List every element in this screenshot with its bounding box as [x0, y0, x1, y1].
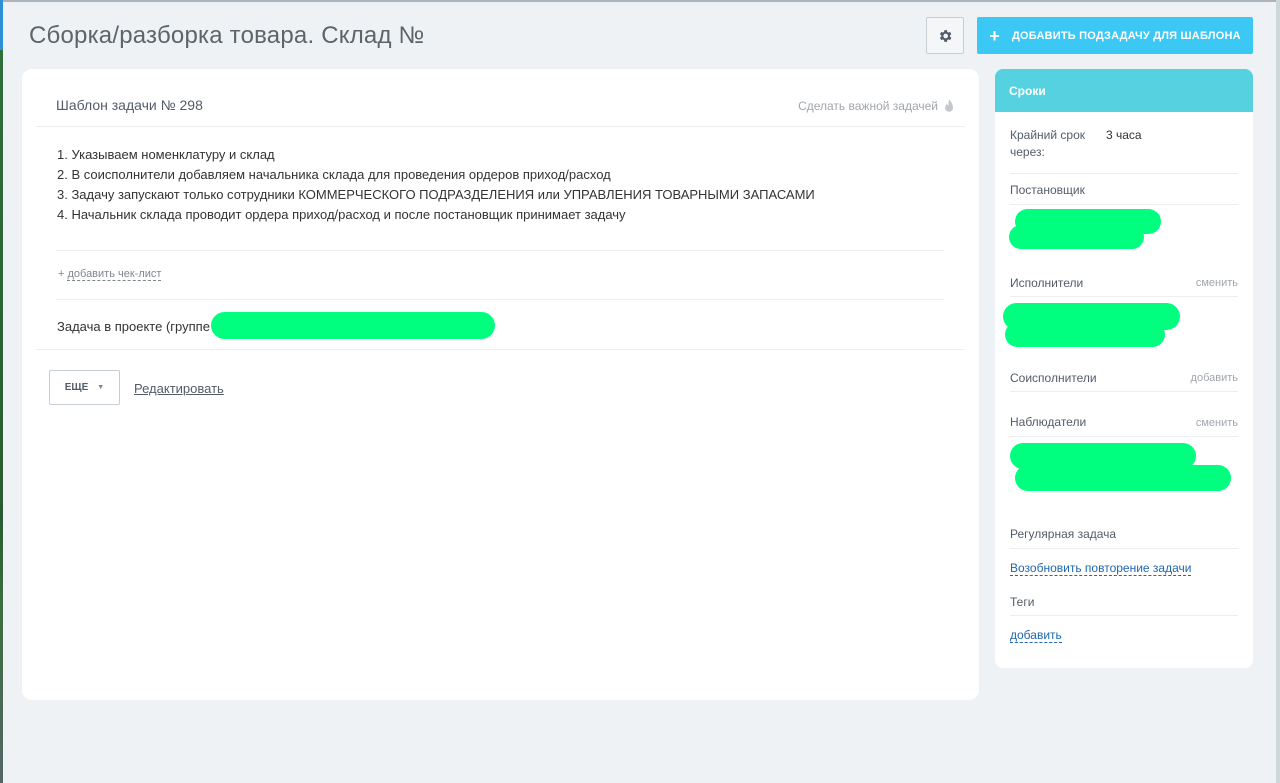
project-label: Задача в проекте (группе — [57, 319, 210, 334]
change-observers-link[interactable]: сменить — [1196, 417, 1238, 429]
divider — [56, 250, 944, 251]
description-line: 2. В соисполнители добавляем начальника … — [57, 167, 611, 182]
project-row: Задача в проекте (группе — [57, 319, 210, 334]
add-tag-link[interactable]: добавить — [1010, 628, 1062, 643]
page-title: Сборка/разборка товара. Склад № — [29, 22, 425, 49]
redaction-mark — [1005, 322, 1165, 347]
add-coexecutor-link[interactable]: добавить — [1191, 372, 1238, 384]
divider — [1010, 296, 1238, 297]
window-left-edge — [0, 0, 3, 783]
divider — [1010, 548, 1238, 549]
assignees-label: Исполнители — [1010, 276, 1084, 290]
redaction-mark — [1009, 225, 1144, 249]
add-subtask-button[interactable]: + ДОБАВИТЬ ПОДЗАДАЧУ ДЛЯ ШАБЛОНА — [977, 17, 1253, 54]
change-assignees-link[interactable]: сменить — [1196, 277, 1238, 289]
divider — [1010, 436, 1238, 437]
add-subtask-label: ДОБАВИТЬ ПОДЗАДАЧУ ДЛЯ ШАБЛОНА — [1011, 29, 1241, 42]
window-right-edge — [1276, 0, 1280, 783]
redaction-mark — [211, 312, 495, 339]
edit-link[interactable]: Редактировать — [134, 381, 224, 396]
window-top-border — [0, 0, 1280, 2]
divider — [36, 349, 965, 350]
description-line: 3. Задачу запускают только сотрудники КО… — [57, 187, 815, 202]
divider — [1010, 391, 1238, 392]
divider — [1010, 204, 1238, 205]
sidebar-card: Сроки Крайний срок через: 3 часа Постано… — [995, 69, 1253, 668]
regular-task-label: Регулярная задача — [1010, 527, 1117, 541]
add-checklist-label: добавить чек-лист — [67, 268, 162, 281]
sidebar-header: Сроки — [995, 69, 1253, 112]
divider — [56, 299, 944, 300]
make-important-label: Сделать важной задачей — [798, 99, 938, 113]
coexecutors-label: Соисполнители — [1010, 371, 1097, 385]
divider — [1010, 173, 1238, 174]
make-important-link[interactable]: Сделать важной задачей — [798, 99, 955, 113]
add-checklist-link[interactable]: + добавить чек-лист — [58, 268, 162, 281]
caret-down-icon: ▼ — [97, 384, 105, 391]
more-button[interactable]: ЕЩЕ ▼ — [49, 370, 120, 405]
observers-label: Наблюдатели — [1010, 415, 1087, 429]
description-line: 4. Начальник склада проводит ордера прих… — [57, 207, 626, 222]
deadline-label: Крайний срок через: — [1010, 128, 1086, 159]
task-card: Шаблон задачи № 298 Сделать важной задач… — [22, 69, 979, 700]
divider — [36, 126, 965, 127]
plus-icon: + — [989, 25, 1000, 46]
settings-button[interactable] — [926, 17, 964, 54]
tags-label: Теги — [1010, 595, 1035, 609]
deadline-value: 3 часа — [1106, 128, 1142, 142]
divider — [1010, 615, 1238, 616]
template-title: Шаблон задачи № 298 — [56, 97, 203, 113]
redaction-mark — [1015, 465, 1231, 491]
description-line: 1. Указываем номенклатуру и склад — [57, 147, 275, 162]
gear-icon — [939, 29, 952, 42]
resume-repeat-link[interactable]: Возобновить повторение задачи — [1010, 561, 1192, 576]
flame-icon — [945, 99, 954, 112]
more-label: ЕЩЕ — [64, 382, 89, 393]
creator-label: Постановщик — [1010, 183, 1085, 197]
task-description: 1. Указываем номенклатуру и склад 2. В с… — [57, 145, 815, 225]
